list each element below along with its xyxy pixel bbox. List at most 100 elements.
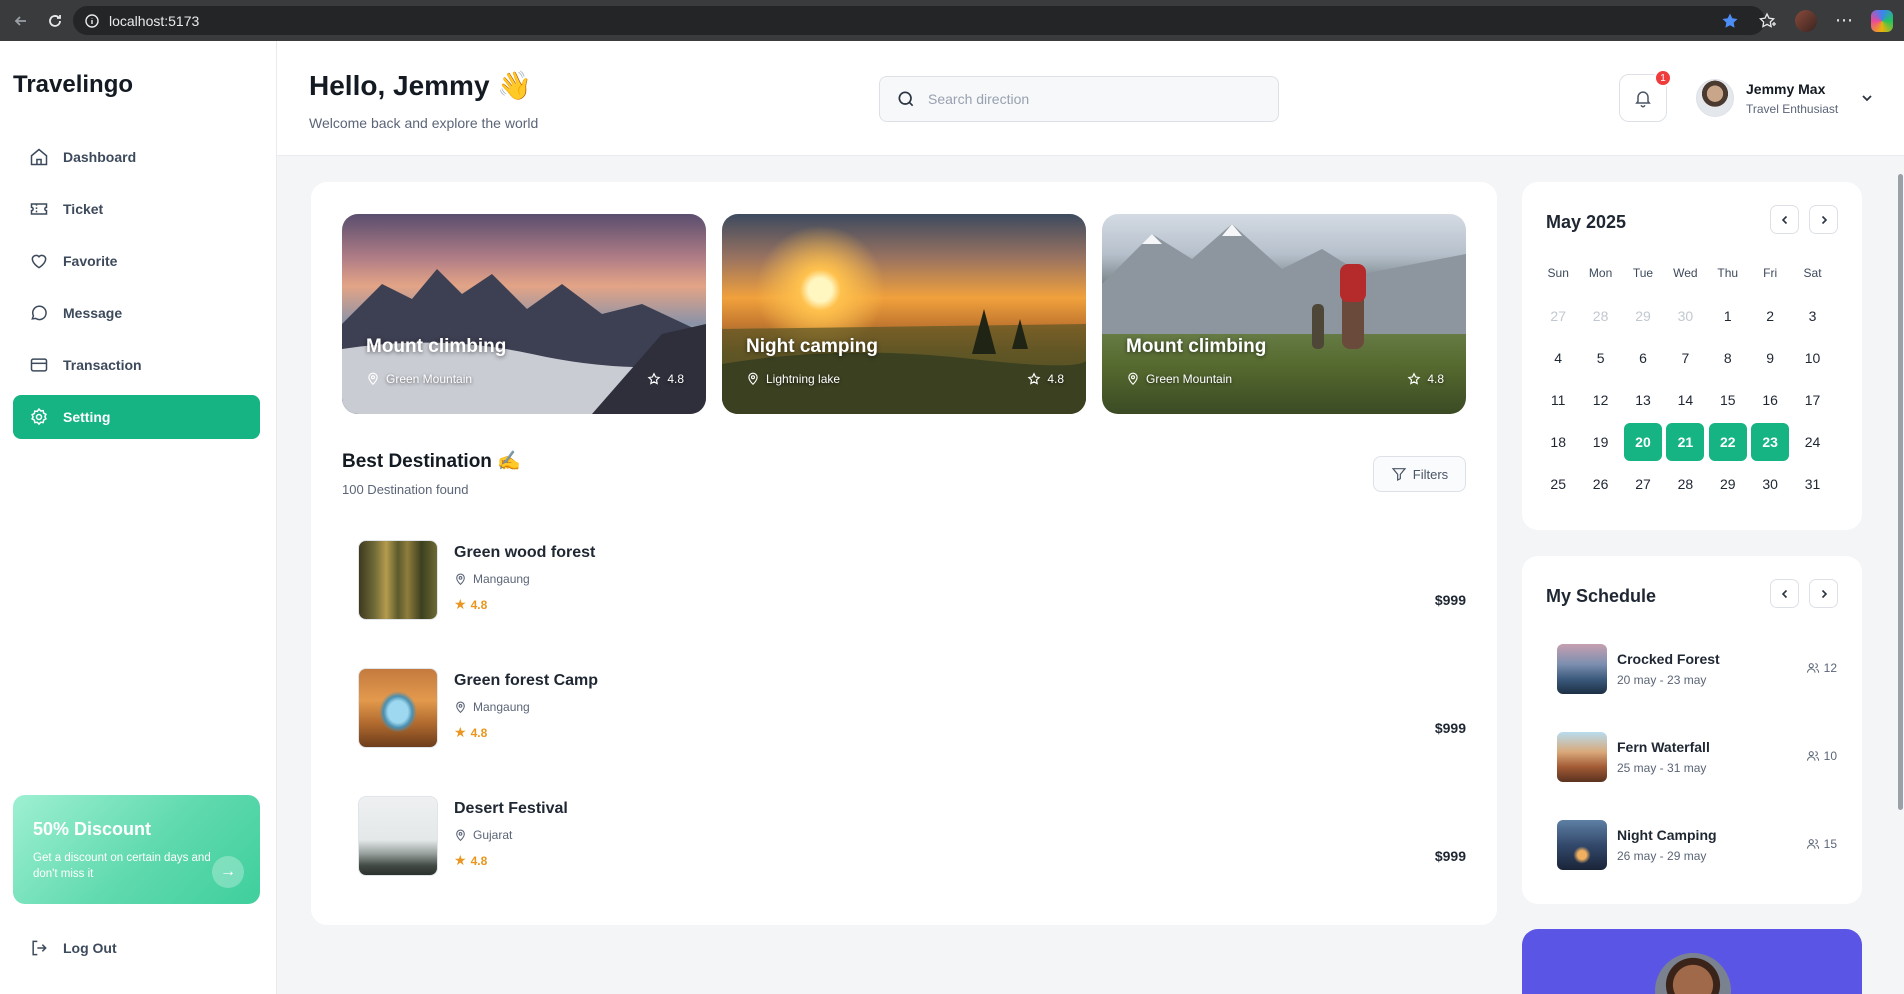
scrollbar-thumb[interactable] — [1898, 174, 1903, 810]
copilot-icon[interactable] — [1870, 9, 1894, 33]
sidebar-item-setting[interactable]: Setting — [13, 395, 260, 439]
calendar-day-number: 24 — [1804, 434, 1821, 450]
destination-name: Desert Festival — [454, 800, 568, 817]
page-subtitle: Welcome back and explore the world — [309, 115, 539, 131]
calendar-day[interactable]: 23 — [1749, 421, 1791, 463]
site-info-icon[interactable] — [85, 13, 99, 28]
calendar-day[interactable]: 10 — [1791, 337, 1833, 379]
calendar-day[interactable]: 28 — [1579, 295, 1621, 337]
schedule-dates: 25 may - 31 may — [1617, 761, 1707, 775]
calendar-day[interactable]: 4 — [1537, 337, 1579, 379]
search-input[interactable] — [928, 91, 1248, 107]
calendar-day[interactable]: 30 — [1664, 295, 1706, 337]
calendar-day-number: 29 — [1719, 476, 1736, 492]
calendar-day[interactable]: 12 — [1579, 379, 1621, 421]
user-menu[interactable]: Jemmy Max Travel Enthusiast — [1696, 79, 1874, 117]
chevron-down-icon[interactable] — [1860, 91, 1874, 105]
calendar-day[interactable]: 5 — [1579, 337, 1621, 379]
calendar-day[interactable]: 3 — [1791, 295, 1833, 337]
calendar-day[interactable]: 2 — [1749, 295, 1791, 337]
calendar-day-number: 3 — [1808, 308, 1817, 324]
list-item[interactable]: Green forest Camp Mangaung ★ 4.8 $999 — [358, 668, 1466, 748]
calendar-day[interactable]: 25 — [1537, 463, 1579, 505]
calendar-day[interactable]: 15 — [1707, 379, 1749, 421]
schedule-item[interactable]: Night Camping 26 may - 29 may 15 — [1557, 820, 1837, 870]
calendar-prev-button[interactable] — [1770, 205, 1799, 234]
calendar-day[interactable]: 28 — [1664, 463, 1706, 505]
calendar-day-number: 8 — [1723, 350, 1732, 366]
sidebar-item-favorite[interactable]: Favorite — [13, 239, 260, 283]
calendar-day[interactable]: 27 — [1537, 295, 1579, 337]
destination-location-text: Mangaung — [473, 572, 530, 586]
calendar-day[interactable]: 24 — [1791, 421, 1833, 463]
calendar-day-number: 4 — [1554, 350, 1563, 366]
calendar-next-button[interactable] — [1809, 205, 1838, 234]
calendar-card: May 2025 Sun Mon Tue Wed Thu Fri Sat 27 28 29 30 1 2… — [1522, 182, 1862, 530]
calendar-day[interactable]: 6 — [1622, 337, 1664, 379]
logout-button[interactable]: Log Out — [29, 938, 117, 958]
calendar-day[interactable]: 22 — [1707, 421, 1749, 463]
schedule-next-button[interactable] — [1809, 579, 1838, 608]
calendar-day-number: 10 — [1804, 350, 1821, 366]
calendar-day[interactable]: 8 — [1707, 337, 1749, 379]
notification-button[interactable]: 1 — [1619, 69, 1672, 122]
calendar-day[interactable]: 18 — [1537, 421, 1579, 463]
calendar-day-number: 28 — [1677, 476, 1694, 492]
schedule-item[interactable]: Fern Waterfall 25 may - 31 may 10 — [1557, 732, 1837, 782]
sidebar-item-dashboard[interactable]: Dashboard — [13, 135, 260, 179]
calendar-day[interactable]: 14 — [1664, 379, 1706, 421]
favorites-icon[interactable] — [1756, 9, 1780, 33]
calendar-day[interactable]: 19 — [1579, 421, 1621, 463]
sidebar: Travelingo Dashboard Ticket Favorite Mes… — [0, 41, 277, 994]
chevron-left-icon — [1781, 589, 1787, 598]
calendar-day[interactable]: 17 — [1791, 379, 1833, 421]
featured-card[interactable]: Mount climbing Green Mountain 4.8 — [1102, 214, 1466, 414]
url-text: localhost:5173 — [109, 12, 200, 29]
list-item[interactable]: Green wood forest Mangaung ★ 4.8 $999 — [358, 540, 1466, 620]
filters-button[interactable]: Filters — [1373, 456, 1466, 492]
user-name: Jemmy Max — [1746, 80, 1826, 97]
discount-text: Get a discount on certain days and don't… — [33, 852, 211, 880]
calendar-day[interactable]: 11 — [1537, 379, 1579, 421]
scrollbar[interactable] — [1896, 160, 1904, 994]
sidebar-item-message[interactable]: Message — [13, 291, 260, 335]
schedule-prev-button[interactable] — [1770, 579, 1799, 608]
brand-logo: Travelingo — [13, 71, 134, 98]
calendar-day[interactable]: 27 — [1622, 463, 1664, 505]
bookmark-star-icon[interactable] — [1718, 9, 1742, 33]
featured-rating: 4.8 — [1027, 372, 1064, 386]
calendar-day[interactable]: 1 — [1707, 295, 1749, 337]
more-menu-icon[interactable]: ⋯ — [1832, 9, 1856, 33]
calendar-day-number: 21 — [1666, 423, 1705, 461]
destination-rating-text: 4.8 — [470, 597, 488, 612]
promo-avatar — [1655, 953, 1731, 994]
card-icon — [30, 358, 48, 372]
arrow-right-icon[interactable]: → — [212, 856, 244, 888]
reload-icon[interactable] — [40, 6, 70, 36]
destination-price: $999 — [1434, 592, 1466, 608]
calendar-day[interactable]: 29 — [1622, 295, 1664, 337]
sidebar-item-transaction[interactable]: Transaction — [13, 343, 260, 387]
calendar-day[interactable]: 21 — [1664, 421, 1706, 463]
list-item[interactable]: Desert Festival Gujarat ★ 4.8 $999 — [358, 796, 1466, 876]
calendar-day[interactable]: 7 — [1664, 337, 1706, 379]
calendar-day[interactable]: 9 — [1749, 337, 1791, 379]
calendar-day[interactable]: 31 — [1791, 463, 1833, 505]
profile-avatar-icon[interactable] — [1794, 9, 1818, 33]
calendar-day-number: 23 — [1751, 423, 1790, 461]
calendar-day-number: 22 — [1708, 423, 1747, 461]
weekday-label: Sun — [1547, 266, 1569, 280]
calendar-day[interactable]: 13 — [1622, 379, 1664, 421]
calendar-day[interactable]: 20 — [1622, 421, 1664, 463]
address-bar[interactable]: localhost:5173 — [73, 6, 1765, 35]
schedule-item[interactable]: Crocked Forest 20 may - 23 may 12 — [1557, 644, 1837, 694]
calendar-day[interactable]: 26 — [1579, 463, 1621, 505]
calendar-day[interactable]: 16 — [1749, 379, 1791, 421]
calendar-day[interactable]: 30 — [1749, 463, 1791, 505]
sidebar-item-ticket[interactable]: Ticket — [13, 187, 260, 231]
featured-card[interactable]: Mount climbing Green Mountain 4.8 — [342, 214, 706, 414]
featured-card[interactable]: Night camping Lightning lake 4.8 — [722, 214, 1086, 414]
calendar-day[interactable]: 29 — [1707, 463, 1749, 505]
schedule-title: My Schedule — [1546, 586, 1657, 606]
back-icon[interactable] — [6, 6, 36, 36]
